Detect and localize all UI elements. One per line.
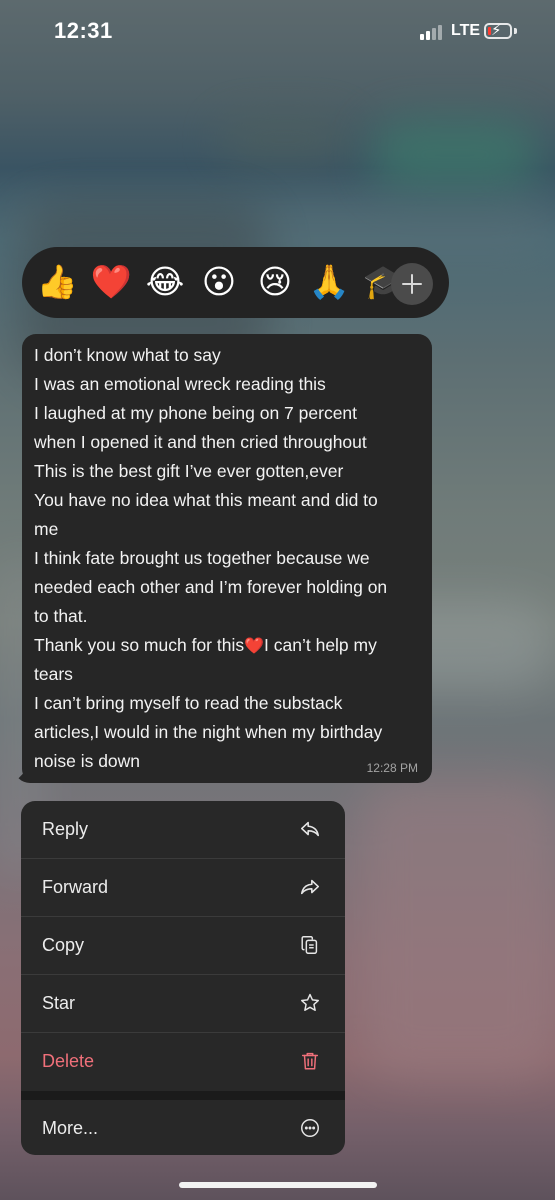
message-text: I don’t know what to say I was an emotio… bbox=[34, 341, 424, 776]
message-line: I think fate brought us together because… bbox=[34, 548, 370, 568]
menu-item-label: Reply bbox=[42, 819, 89, 839]
reaction-heart[interactable]: ❤️ bbox=[90, 261, 132, 303]
battery-cap bbox=[514, 28, 517, 34]
status-bar: 12:31 LTE ⚡ bbox=[0, 0, 555, 64]
more-icon bbox=[299, 1117, 321, 1139]
menu-item-delete[interactable]: Delete bbox=[21, 1033, 345, 1091]
message-line: when I opened it and then cried througho… bbox=[34, 432, 367, 452]
background-blur bbox=[360, 780, 555, 1080]
star-icon bbox=[299, 992, 321, 1014]
message-line: I laughed at my phone being on 7 percent bbox=[34, 403, 358, 423]
reaction-crying[interactable]: 😢 bbox=[254, 261, 296, 303]
copy-icon bbox=[299, 934, 321, 956]
message-line: me bbox=[34, 519, 59, 539]
menu-item-forward[interactable]: Forward bbox=[21, 859, 345, 917]
forward-icon bbox=[299, 876, 321, 898]
menu-item-reply[interactable]: Reply bbox=[21, 801, 345, 859]
menu-item-label: Copy bbox=[42, 935, 85, 955]
message-line: I don’t know what to say bbox=[34, 345, 221, 365]
menu-item-more[interactable]: More... bbox=[21, 1100, 345, 1155]
message-line: needed each other and I’m forever holdin… bbox=[34, 577, 388, 597]
message-timestamp: 12:28 PM bbox=[366, 761, 418, 775]
cellular-signal-icon bbox=[420, 24, 446, 40]
menu-item-label: Forward bbox=[42, 877, 109, 897]
menu-item-label: More... bbox=[42, 1118, 99, 1138]
message-segment: Thank you so much for this bbox=[34, 635, 245, 655]
menu-separator bbox=[21, 1091, 345, 1100]
menu-item-label: Delete bbox=[42, 1051, 95, 1071]
trash-icon bbox=[299, 1050, 321, 1072]
message-line: to that. bbox=[34, 606, 88, 626]
message-line: I can’t bring myself to read the substac… bbox=[34, 693, 343, 713]
charging-bolt-icon: ⚡ bbox=[491, 22, 502, 39]
message-line: Thank you so much for this❤️I can’t help… bbox=[34, 631, 424, 660]
message-line: articles,I would in the night when my bi… bbox=[34, 722, 383, 742]
message-line: tears bbox=[34, 664, 73, 684]
reaction-thumbs-up[interactable]: 👍 bbox=[36, 261, 78, 303]
context-menu: Reply Forward Copy Star Delete More... bbox=[21, 801, 345, 1155]
reaction-pray[interactable]: 🙏 bbox=[308, 261, 350, 303]
plus-icon[interactable] bbox=[391, 263, 433, 305]
message-line: noise is down bbox=[34, 751, 141, 771]
heart-emoji: ❤️ bbox=[244, 638, 265, 655]
message-line: You have no idea what this meant and did… bbox=[34, 490, 378, 510]
menu-item-star[interactable]: Star bbox=[21, 975, 345, 1033]
message-bubble[interactable]: I don’t know what to say I was an emotio… bbox=[22, 334, 432, 783]
reply-icon bbox=[299, 818, 321, 840]
reaction-surprised[interactable]: 😮 bbox=[198, 261, 240, 303]
menu-item-copy[interactable]: Copy bbox=[21, 917, 345, 975]
reaction-bar: 👍 ❤️ 😂 😮 😢 🙏 🎓 bbox=[22, 247, 449, 318]
message-segment: I can’t help my bbox=[264, 635, 377, 655]
message-line: I was an emotional wreck reading this bbox=[34, 374, 326, 394]
reaction-laughing[interactable]: 😂 bbox=[144, 261, 186, 303]
network-type: LTE bbox=[451, 22, 481, 39]
menu-item-label: Star bbox=[42, 993, 76, 1013]
message-line: This is the best gift I’ve ever gotten,e… bbox=[34, 461, 344, 481]
status-time: 12:31 bbox=[54, 18, 113, 43]
background-blur bbox=[220, 120, 350, 160]
home-indicator[interactable] bbox=[179, 1182, 377, 1188]
background-blur bbox=[370, 120, 540, 190]
